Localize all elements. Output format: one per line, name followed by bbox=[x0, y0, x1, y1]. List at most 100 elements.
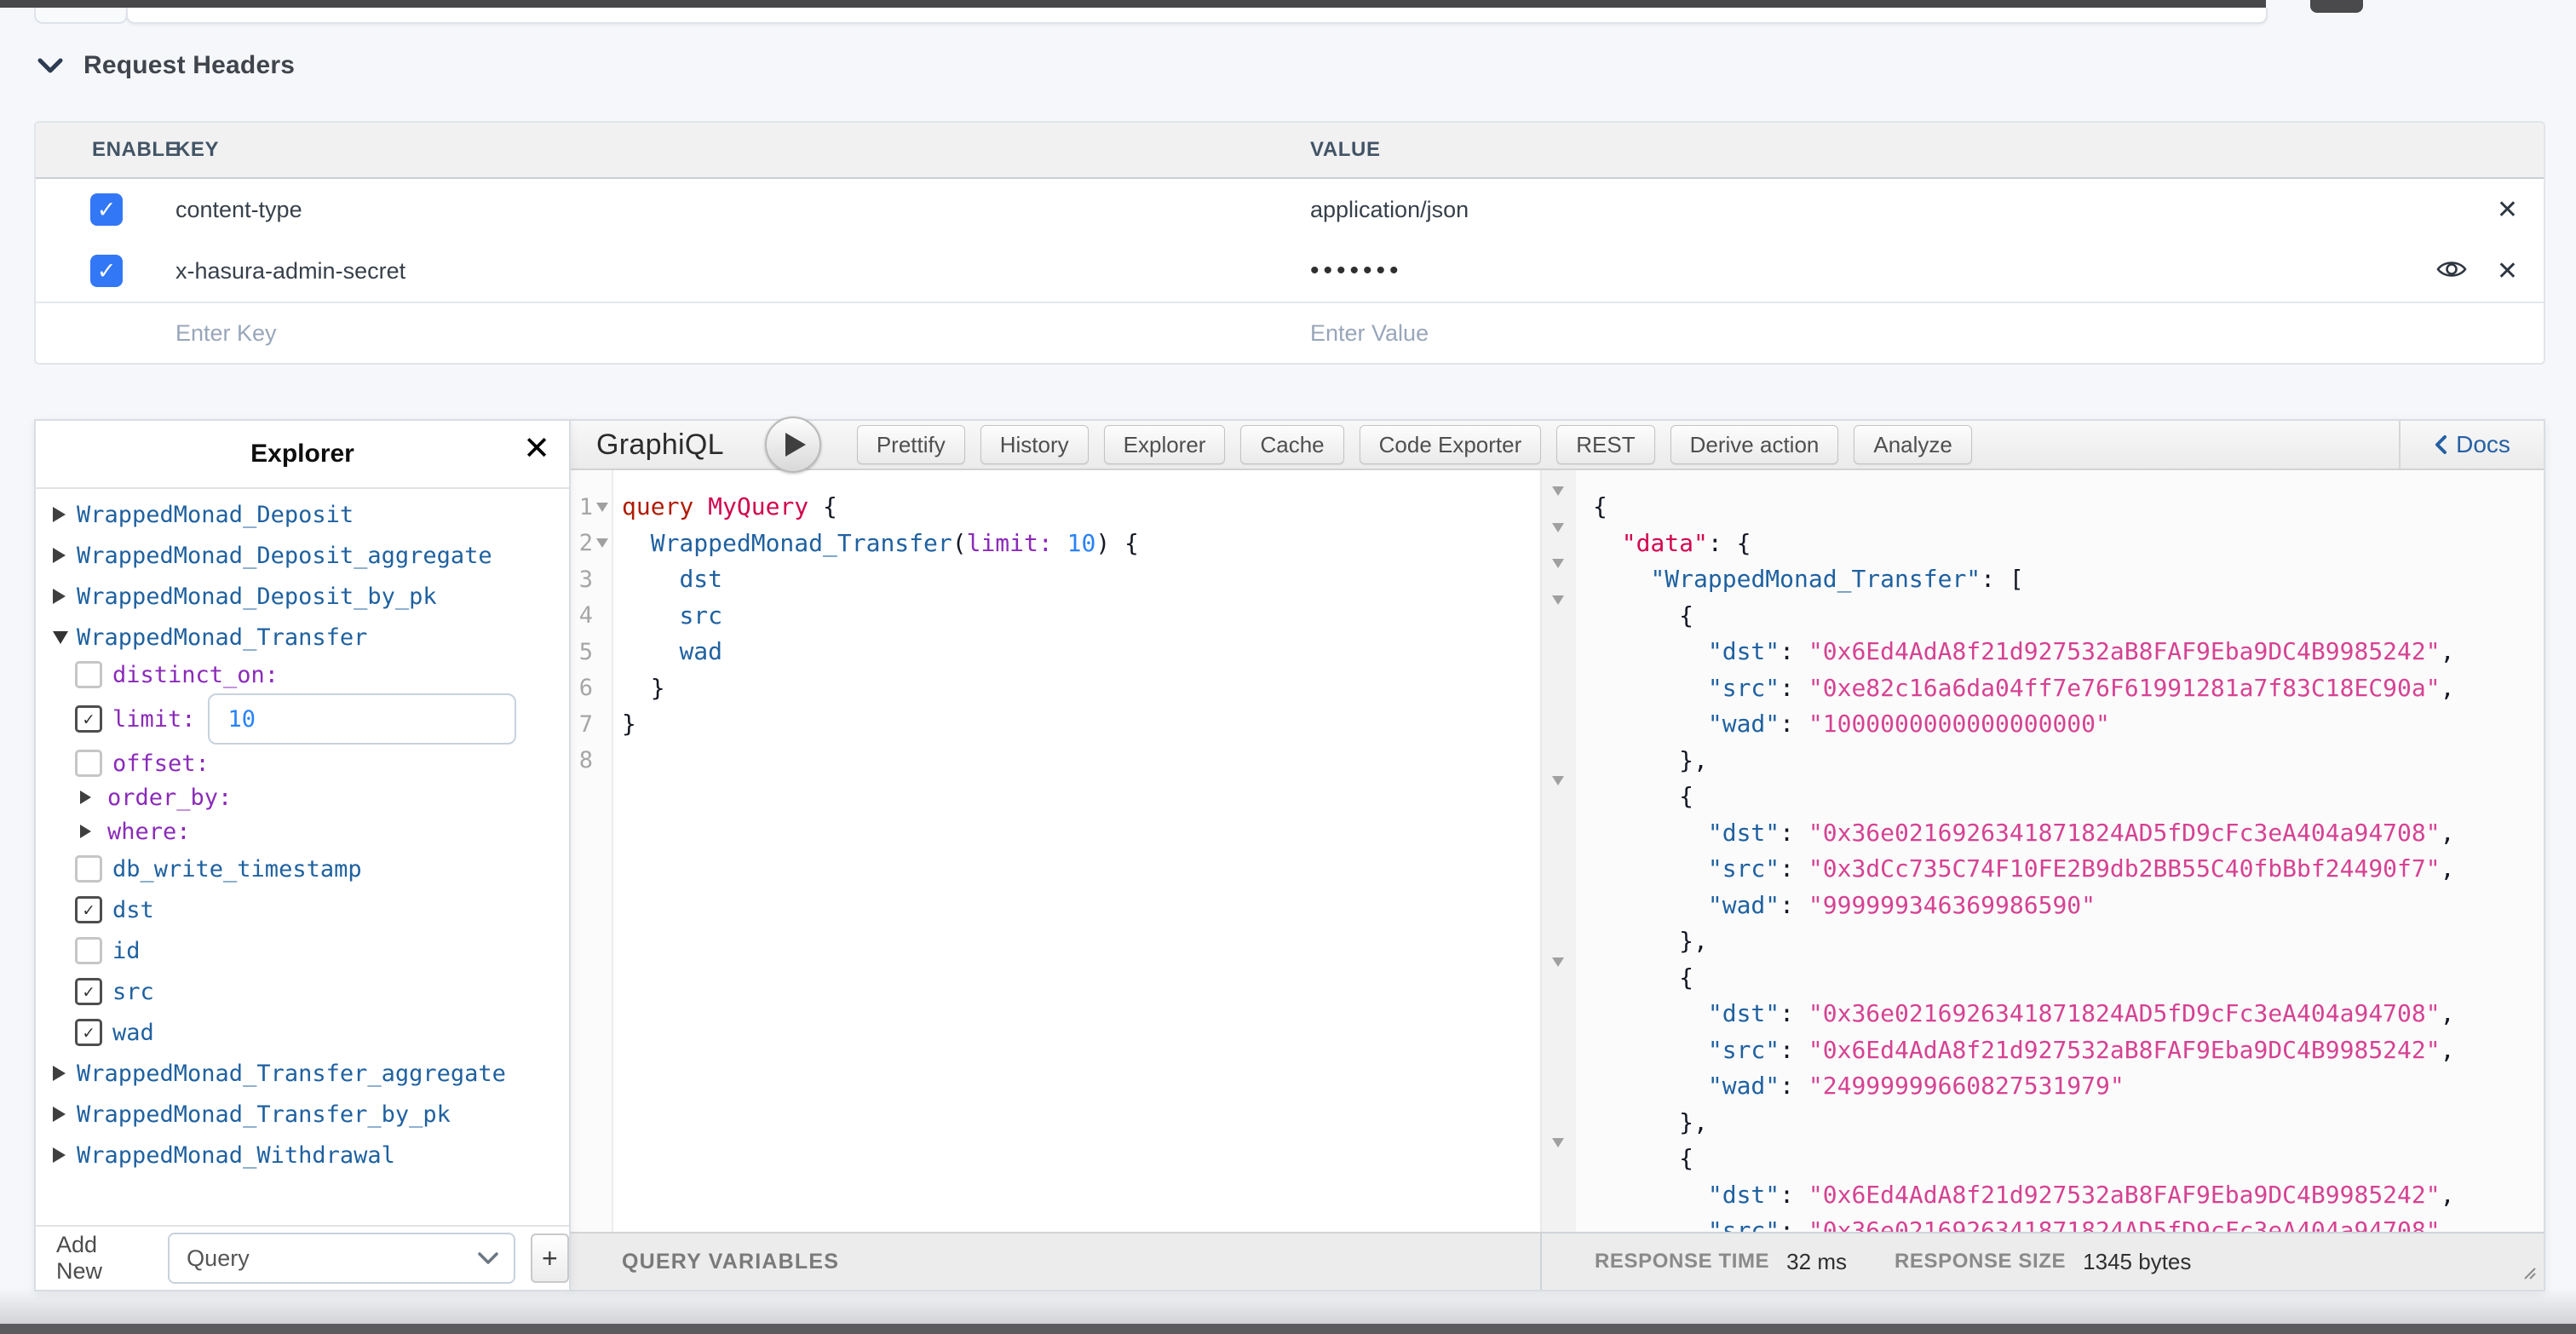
toolbar-button-explorer[interactable]: Explorer bbox=[1104, 425, 1226, 464]
expand-arrow-icon[interactable] bbox=[53, 1066, 72, 1081]
header-value-cell[interactable]: •••••••✕ bbox=[1310, 256, 2544, 286]
editor-line-3[interactable]: dst bbox=[622, 561, 1540, 598]
expand-arrow-icon[interactable] bbox=[53, 548, 72, 563]
explorer-item-db-write-timestamp[interactable]: db_write_timestamp bbox=[36, 848, 569, 889]
item-checkbox[interactable]: ✓ bbox=[75, 978, 102, 1005]
endpoint-method-box[interactable] bbox=[34, 8, 128, 24]
eye-icon[interactable] bbox=[2435, 257, 2468, 285]
collapse-chevron-icon[interactable] bbox=[37, 58, 63, 73]
fold-arrow-icon[interactable] bbox=[1552, 1147, 1564, 1163]
expand-arrow-icon[interactable] bbox=[80, 791, 102, 804]
resize-grip-icon[interactable] bbox=[2521, 1265, 2537, 1285]
fold-arrow-icon[interactable] bbox=[1552, 785, 1564, 801]
editor-line-8[interactable] bbox=[622, 743, 1540, 779]
editor-code[interactable]: query MyQuery { WrappedMonad_Transfer(li… bbox=[622, 489, 1540, 1232]
item-checkbox[interactable] bbox=[75, 855, 102, 883]
execute-query-button[interactable] bbox=[765, 417, 821, 473]
toolbar-button-code-exporter[interactable]: Code Exporter bbox=[1360, 425, 1542, 464]
fold-arrow-icon[interactable] bbox=[593, 538, 612, 548]
explorer-item-wrappedmonad-deposit[interactable]: WrappedMonad_Deposit bbox=[36, 494, 569, 535]
item-checkbox[interactable]: ✓ bbox=[75, 1019, 102, 1046]
explorer-item-wrappedmonad-deposit-by-pk[interactable]: WrappedMonad_Deposit_by_pk bbox=[36, 576, 569, 617]
explorer-item-distinct-on[interactable]: distinct_on: bbox=[36, 658, 569, 692]
response-line-20: "dst": "0x6Ed4AdA8f21d927532aB8FAF9Eba9D… bbox=[1593, 1177, 2544, 1214]
editor-line-4[interactable]: src bbox=[622, 598, 1540, 635]
item-label: WrappedMonad_Deposit_aggregate bbox=[77, 543, 492, 569]
explorer-item-offset[interactable]: offset: bbox=[36, 746, 569, 780]
toolbar-button-analyze[interactable]: Analyze bbox=[1854, 425, 1972, 464]
remove-header-icon[interactable]: ✕ bbox=[2497, 195, 2518, 225]
item-checkbox[interactable] bbox=[75, 661, 102, 688]
header-enable-checkbox[interactable]: ✓ bbox=[90, 193, 123, 226]
gutter-row: 6 bbox=[569, 670, 612, 707]
gutter-row: 3 bbox=[569, 561, 612, 598]
explorer-item-limit[interactable]: ✓limit:10 bbox=[36, 692, 569, 746]
explorer-item-order-by[interactable]: order_by: bbox=[36, 780, 569, 814]
header-value-cell[interactable]: application/json✕ bbox=[1310, 195, 2544, 225]
enter-key-placeholder[interactable]: Enter Key bbox=[175, 320, 1310, 347]
item-checkbox[interactable] bbox=[75, 750, 102, 777]
column-enable: ENABLE bbox=[36, 138, 175, 162]
toolbar-button-history[interactable]: History bbox=[980, 425, 1089, 464]
header-key-cell[interactable]: x-hasura-admin-secret bbox=[175, 258, 1310, 285]
fold-arrow-icon[interactable] bbox=[593, 503, 612, 512]
item-label: dst bbox=[112, 897, 154, 923]
enter-value-placeholder[interactable]: Enter Value bbox=[1310, 320, 2544, 347]
response-line-3: "WrappedMonad_Transfer": [ bbox=[1593, 561, 2544, 598]
header-key-cell[interactable]: content-type bbox=[175, 197, 1310, 223]
add-new-select[interactable]: Query bbox=[168, 1233, 515, 1284]
item-checkbox[interactable]: ✓ bbox=[75, 705, 102, 733]
fold-arrow-icon[interactable] bbox=[1552, 532, 1564, 548]
fold-arrow-icon[interactable] bbox=[1552, 967, 1564, 982]
expand-arrow-icon[interactable] bbox=[53, 507, 72, 522]
explorer-item-wrappedmonad-withdrawal[interactable]: WrappedMonad_Withdrawal bbox=[36, 1135, 569, 1176]
query-editor[interactable]: 12345678 query MyQuery { WrappedMonad_Tr… bbox=[569, 470, 1540, 1232]
editor-line-5[interactable]: wad bbox=[622, 634, 1540, 670]
limit-value-input[interactable]: 10 bbox=[208, 693, 516, 745]
explorer-item-wrappedmonad-transfer[interactable]: WrappedMonad_Transfer bbox=[36, 617, 569, 658]
response-line-6: "src": "0xe82c16a6da04ff7e76F61991281a7f… bbox=[1593, 670, 2544, 707]
editor-line-6[interactable]: } bbox=[622, 670, 1540, 707]
header-enable-checkbox[interactable]: ✓ bbox=[90, 255, 123, 287]
explorer-item-wrappedmonad-transfer-aggregate[interactable]: WrappedMonad_Transfer_aggregate bbox=[36, 1053, 569, 1094]
response-line-14: { bbox=[1593, 960, 2544, 997]
toolbar-button-prettify[interactable]: Prettify bbox=[857, 425, 965, 464]
toolbar-button-cache[interactable]: Cache bbox=[1240, 425, 1343, 464]
explorer-item-dst[interactable]: ✓ dst bbox=[36, 889, 569, 930]
explorer-item-wrappedmonad-transfer-by-pk[interactable]: WrappedMonad_Transfer_by_pk bbox=[36, 1094, 569, 1135]
expand-arrow-icon[interactable] bbox=[53, 589, 72, 604]
close-icon[interactable]: ✕ bbox=[523, 433, 550, 465]
explorer-item-wad[interactable]: ✓wad bbox=[36, 1012, 569, 1053]
toolbar-button-derive-action[interactable]: Derive action bbox=[1670, 425, 1839, 464]
editor-line-7[interactable]: } bbox=[622, 706, 1540, 743]
endpoint-url-input[interactable] bbox=[126, 8, 2268, 24]
expand-arrow-icon[interactable] bbox=[53, 1147, 72, 1163]
gutter-row: 5 bbox=[569, 634, 612, 670]
fold-arrow-icon[interactable] bbox=[1552, 605, 1564, 620]
remove-header-icon[interactable]: ✕ bbox=[2497, 256, 2518, 286]
explorer-item-id[interactable]: id bbox=[36, 930, 569, 971]
item-checkbox[interactable] bbox=[75, 937, 102, 964]
query-variables-bar[interactable]: QUERY VARIABLES bbox=[569, 1232, 1540, 1290]
add-operation-button[interactable]: + bbox=[531, 1233, 569, 1283]
toolbar-button-rest[interactable]: REST bbox=[1556, 425, 1654, 464]
explorer-item-where[interactable]: where: bbox=[36, 814, 569, 848]
graphiql-title: GraphiQL bbox=[596, 428, 724, 462]
docs-toggle[interactable]: Docs bbox=[2399, 421, 2544, 469]
collapse-arrow-icon[interactable] bbox=[53, 631, 72, 644]
response-size-value: 1345 bytes bbox=[2083, 1249, 2191, 1275]
item-label: WrappedMonad_Transfer_aggregate bbox=[77, 1061, 506, 1087]
fold-arrow-icon[interactable] bbox=[1552, 568, 1564, 584]
response-line-1: { bbox=[1593, 489, 2544, 526]
editor-line-2[interactable]: WrappedMonad_Transfer(limit: 10) { bbox=[622, 526, 1540, 562]
response-line-11: "src": "0x3dCc735C74F10FE2B9db2BB55C40fb… bbox=[1593, 851, 2544, 888]
item-label: distinct_on: bbox=[112, 662, 279, 688]
expand-arrow-icon[interactable] bbox=[80, 825, 102, 838]
item-checkbox[interactable]: ✓ bbox=[75, 896, 102, 923]
fold-arrow-icon[interactable] bbox=[1552, 496, 1564, 511]
explorer-item-src[interactable]: ✓src bbox=[36, 971, 569, 1012]
expand-arrow-icon[interactable] bbox=[53, 1107, 72, 1122]
explorer-item-wrappedmonad-deposit-aggregate[interactable]: WrappedMonad_Deposit_aggregate bbox=[36, 535, 569, 576]
line-number: 4 bbox=[569, 602, 593, 629]
editor-line-1[interactable]: query MyQuery { bbox=[622, 489, 1540, 526]
